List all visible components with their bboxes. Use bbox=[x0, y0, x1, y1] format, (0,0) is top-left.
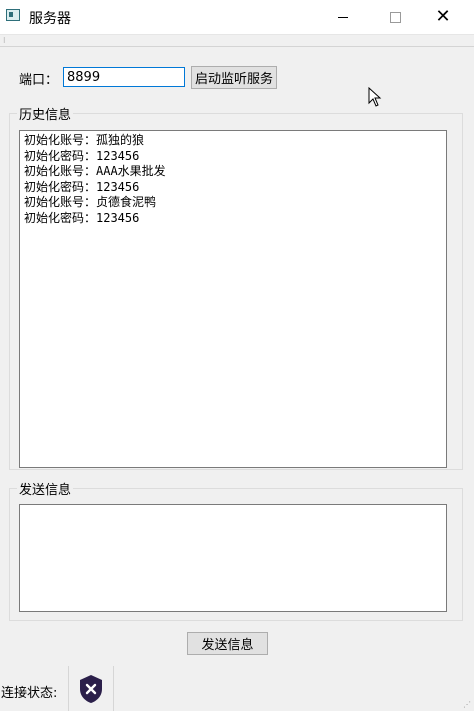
port-input[interactable] bbox=[63, 67, 185, 87]
start-listen-button[interactable]: 启动监听服务 bbox=[191, 66, 277, 89]
mouse-cursor-icon bbox=[368, 87, 382, 107]
history-text-area[interactable]: 初始化账号：孤独的狼 初始化密码：123456 初始化账号：AAA水果批发 初始… bbox=[19, 130, 447, 468]
history-line: 初始化账号：孤独的狼 bbox=[24, 133, 145, 147]
history-line: 初始化密码：123456 bbox=[24, 179, 140, 194]
disconnected-shield-icon bbox=[80, 674, 102, 703]
window-title: 服务器 bbox=[29, 11, 71, 27]
title-bar[interactable]: 服务器 ✕ bbox=[0, 0, 474, 35]
maximize-icon bbox=[389, 11, 401, 23]
close-button[interactable]: ✕ bbox=[420, 0, 466, 34]
history-line: 初始化密码：123456 bbox=[24, 210, 140, 225]
connection-status-indicator bbox=[68, 666, 114, 711]
history-line: 初始化账号：贞德食泥鸭 bbox=[24, 195, 157, 209]
connection-status-label: 连接状态: bbox=[1, 686, 58, 701]
history-group-title: 历史信息 bbox=[17, 104, 74, 123]
history-line: 初始化密码：123456 bbox=[24, 148, 140, 163]
history-line: 初始化账号：AAA水果批发 bbox=[24, 164, 166, 178]
message-input[interactable] bbox=[19, 504, 447, 612]
port-label: 端口： bbox=[19, 73, 59, 88]
send-message-button[interactable]: 发送信息 bbox=[187, 632, 268, 655]
send-group-title: 发送信息 bbox=[17, 479, 74, 498]
minimize-icon bbox=[338, 16, 348, 18]
close-icon: ✕ bbox=[435, 6, 451, 27]
maximize-button[interactable] bbox=[372, 0, 418, 34]
toolbar-separator bbox=[0, 46, 474, 47]
resize-grip-icon[interactable]: ⋰ bbox=[463, 700, 471, 709]
minimize-button[interactable] bbox=[320, 0, 366, 34]
app-icon bbox=[6, 9, 20, 21]
toolbar-grip-icon[interactable]: ⁝ bbox=[3, 36, 6, 45]
